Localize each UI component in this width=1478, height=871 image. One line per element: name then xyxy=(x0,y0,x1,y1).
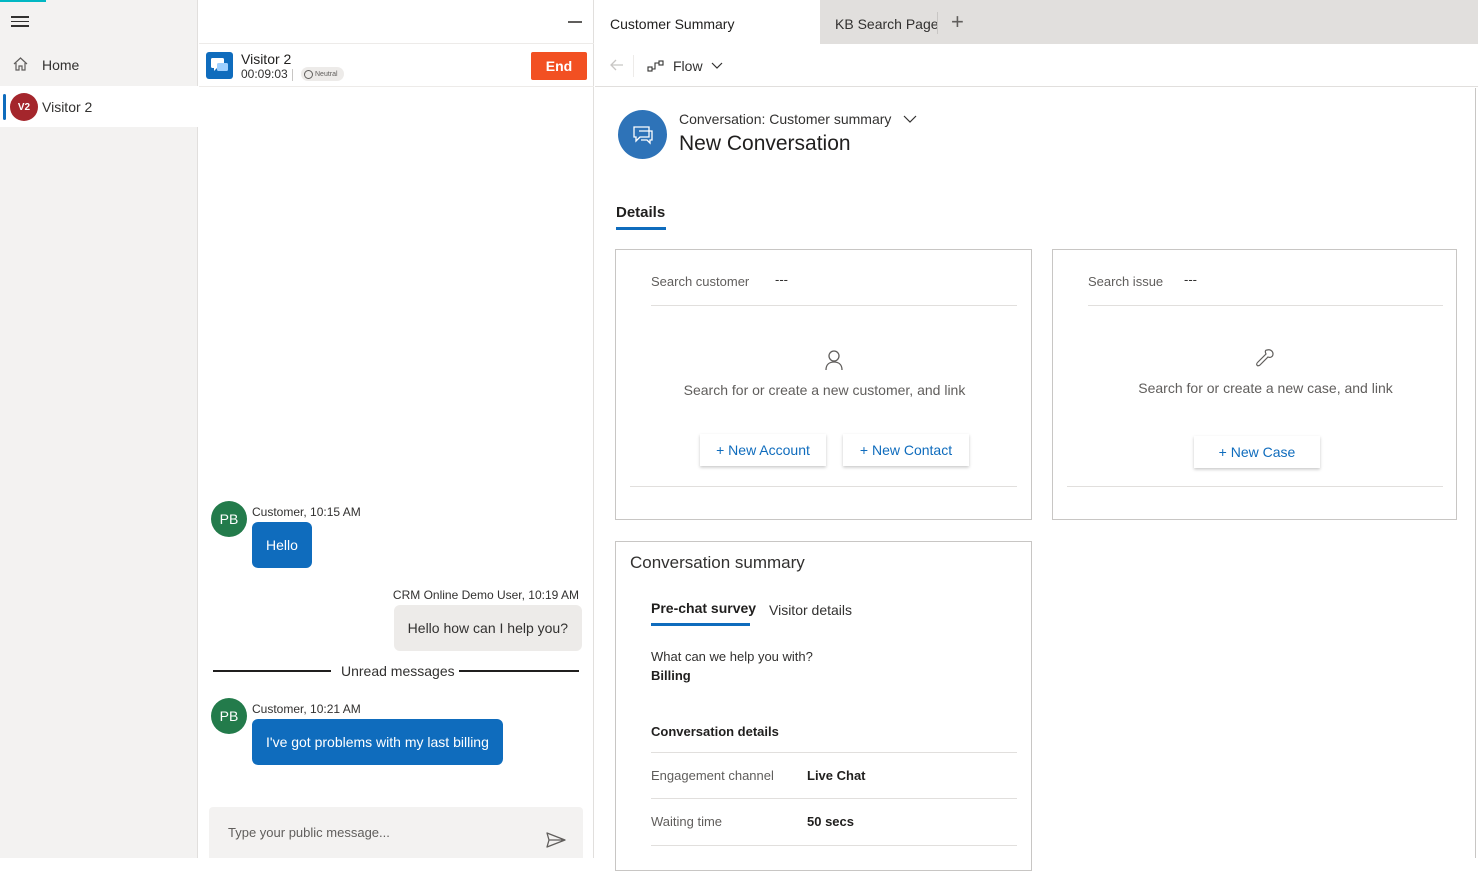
command-divider xyxy=(633,55,634,77)
search-issue-value[interactable]: --- xyxy=(1184,272,1197,287)
nav-item-visitor-session[interactable]: V2 Visitor 2 xyxy=(0,86,198,127)
conversation-header: Visitor 2 00:09:03 Neutral End xyxy=(199,44,594,87)
search-customer-value[interactable]: --- xyxy=(775,272,788,287)
conversation-entity-icon xyxy=(618,110,667,159)
session-tabstrip: Customer Summary KB Search Page + xyxy=(595,0,1478,44)
message-input[interactable] xyxy=(209,807,539,858)
summary-title: Conversation summary xyxy=(630,553,805,572)
customer-message-bubble: I've got problems with my last billing xyxy=(252,719,503,765)
person-icon xyxy=(825,350,843,371)
field-underline xyxy=(1088,305,1443,306)
visitor-session-label: Visitor 2 xyxy=(42,99,93,115)
active-session-indicator xyxy=(3,94,6,120)
chevron-down-icon xyxy=(903,115,917,123)
survey-answer: Billing xyxy=(651,668,691,683)
neutral-face-icon xyxy=(304,69,313,79)
hamburger-menu-icon[interactable] xyxy=(10,13,30,31)
search-customer-label: Search customer xyxy=(651,274,750,289)
back-arrow-icon[interactable] xyxy=(609,57,625,73)
flow-label: Flow xyxy=(673,58,703,74)
scrollbar-edge xyxy=(1475,88,1476,858)
row-divider xyxy=(651,798,1017,799)
engagement-channel-label: Engagement channel xyxy=(651,768,774,783)
message-meta: Customer, 10:15 AM xyxy=(252,505,361,519)
workspace: Customer Summary KB Search Page + Flow C… xyxy=(595,0,1478,871)
agent-message-bubble: Hello how can I help you? xyxy=(393,605,582,651)
nav-home-label: Home xyxy=(42,57,80,73)
issue-empty-text: Search for or create a new case, and lin… xyxy=(1138,380,1393,396)
minimize-icon[interactable] xyxy=(568,21,582,23)
send-icon[interactable] xyxy=(545,831,567,849)
waiting-time-value: 50 secs xyxy=(807,814,854,829)
issue-card: Search issue --- Search for or create a … xyxy=(1052,249,1457,520)
tab-details-underline xyxy=(616,227,666,230)
new-account-button[interactable]: + New Account xyxy=(700,434,826,466)
message-composer xyxy=(209,807,583,858)
unread-messages-label: Unread messages xyxy=(341,663,455,679)
command-bar xyxy=(595,44,1478,87)
sentiment-label: Neutral xyxy=(315,70,338,78)
row-divider xyxy=(651,752,1017,753)
new-case-button[interactable]: + New Case xyxy=(1194,436,1320,468)
header-separator xyxy=(292,69,293,81)
tab-pre-chat-survey[interactable]: Pre-chat survey xyxy=(651,600,756,616)
tab-kb-search[interactable]: KB Search Page xyxy=(835,16,939,32)
unread-divider-left xyxy=(213,670,331,672)
tab-pre-chat-underline xyxy=(651,623,750,626)
row-divider xyxy=(651,845,1017,846)
conversation-details-heading: Conversation details xyxy=(651,724,779,739)
record-title: New Conversation xyxy=(679,132,851,155)
customer-avatar: PB xyxy=(211,698,247,734)
tab-customer-summary[interactable]: Customer Summary xyxy=(595,0,820,44)
message-meta: Customer, 10:21 AM xyxy=(252,702,361,716)
left-nav: Home V2 Visitor 2 xyxy=(0,0,198,858)
conversation-summary-card: Conversation summary Pre-chat survey Vis… xyxy=(615,541,1032,871)
message-meta: CRM Online Demo User, 10:19 AM xyxy=(392,588,579,602)
new-contact-button[interactable]: + New Contact xyxy=(843,434,969,466)
customer-avatar: PB xyxy=(211,501,247,537)
accent-line xyxy=(0,0,46,2)
flow-button[interactable]: Flow xyxy=(647,55,723,77)
card-divider xyxy=(630,486,1017,487)
visitor-avatar: V2 xyxy=(10,93,38,121)
unread-divider-right xyxy=(459,670,579,672)
visitor-name: Visitor 2 xyxy=(241,51,292,67)
waiting-time-label: Waiting time xyxy=(651,814,723,829)
survey-question: What can we help you with? xyxy=(651,649,813,664)
chat-topbar xyxy=(199,0,594,44)
session-timer: 00:09:03 xyxy=(241,67,288,81)
chat-panel: Visitor 2 00:09:03 Neutral End PB Custom… xyxy=(199,0,594,858)
form-selector[interactable]: Conversation: Customer summary xyxy=(679,111,917,127)
wrench-icon xyxy=(1255,349,1274,367)
search-issue-label: Search issue xyxy=(1088,274,1164,289)
form-selector-label: Conversation: Customer summary xyxy=(679,111,892,127)
tab-details[interactable]: Details xyxy=(616,204,665,221)
flow-icon xyxy=(647,60,664,72)
customer-message-bubble: Hello xyxy=(252,522,312,568)
tab-divider xyxy=(937,12,938,34)
chat-channel-icon xyxy=(206,52,233,79)
home-icon xyxy=(13,57,28,71)
chevron-down-icon xyxy=(711,62,722,69)
customer-card: Search customer --- Search for or create… xyxy=(615,249,1032,520)
end-conversation-button[interactable]: End xyxy=(531,52,587,80)
tab-visitor-details[interactable]: Visitor details xyxy=(769,602,852,618)
sentiment-badge: Neutral xyxy=(301,67,344,81)
engagement-channel-value: Live Chat xyxy=(807,768,866,783)
add-tab-icon[interactable]: + xyxy=(951,11,964,33)
customer-empty-text: Search for or create a new customer, and… xyxy=(683,382,966,398)
nav-item-home[interactable]: Home xyxy=(0,48,198,82)
field-underline xyxy=(651,305,1017,306)
card-divider xyxy=(1067,486,1443,487)
